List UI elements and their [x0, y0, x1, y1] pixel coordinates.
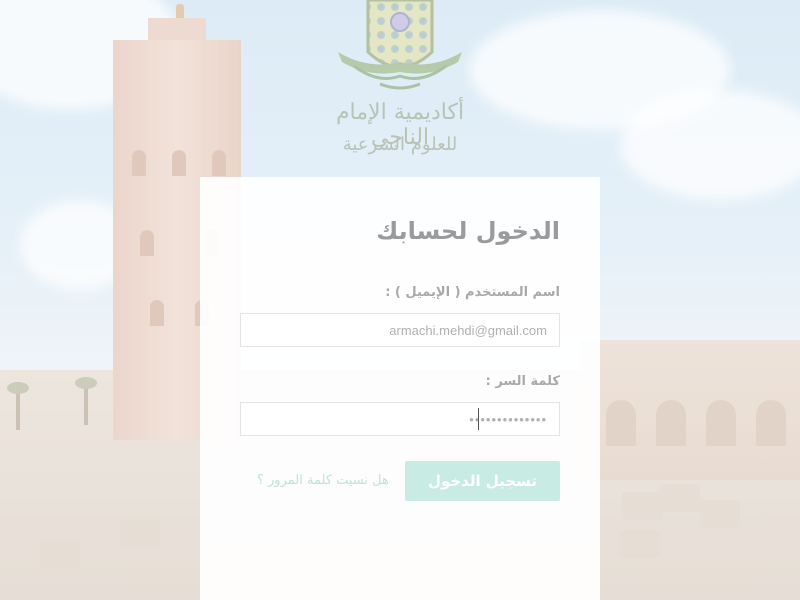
password-field[interactable] — [240, 402, 560, 436]
login-panel: الدخول لحسابك اسم المستخدم ( الإيميل ) :… — [200, 177, 600, 600]
logo-subtitle: للعلوم الشرعية — [342, 134, 458, 155]
email-field[interactable] — [240, 313, 560, 347]
forgot-password-link[interactable]: هل نسيت كلمة المرور ؟ — [257, 473, 389, 488]
email-label: اسم المستخدم ( الإيميل ) : — [385, 285, 560, 300]
login-title: الدخول لحسابك — [376, 217, 560, 245]
text-cursor — [478, 408, 479, 430]
logo-emblem-icon — [338, 0, 462, 90]
academy-logo: أكاديمية الإمام الناجي للعلوم الشرعية — [318, 0, 482, 170]
login-button[interactable]: تسجيل الدخول — [405, 461, 560, 501]
password-label: كلمة السر : — [485, 374, 560, 389]
